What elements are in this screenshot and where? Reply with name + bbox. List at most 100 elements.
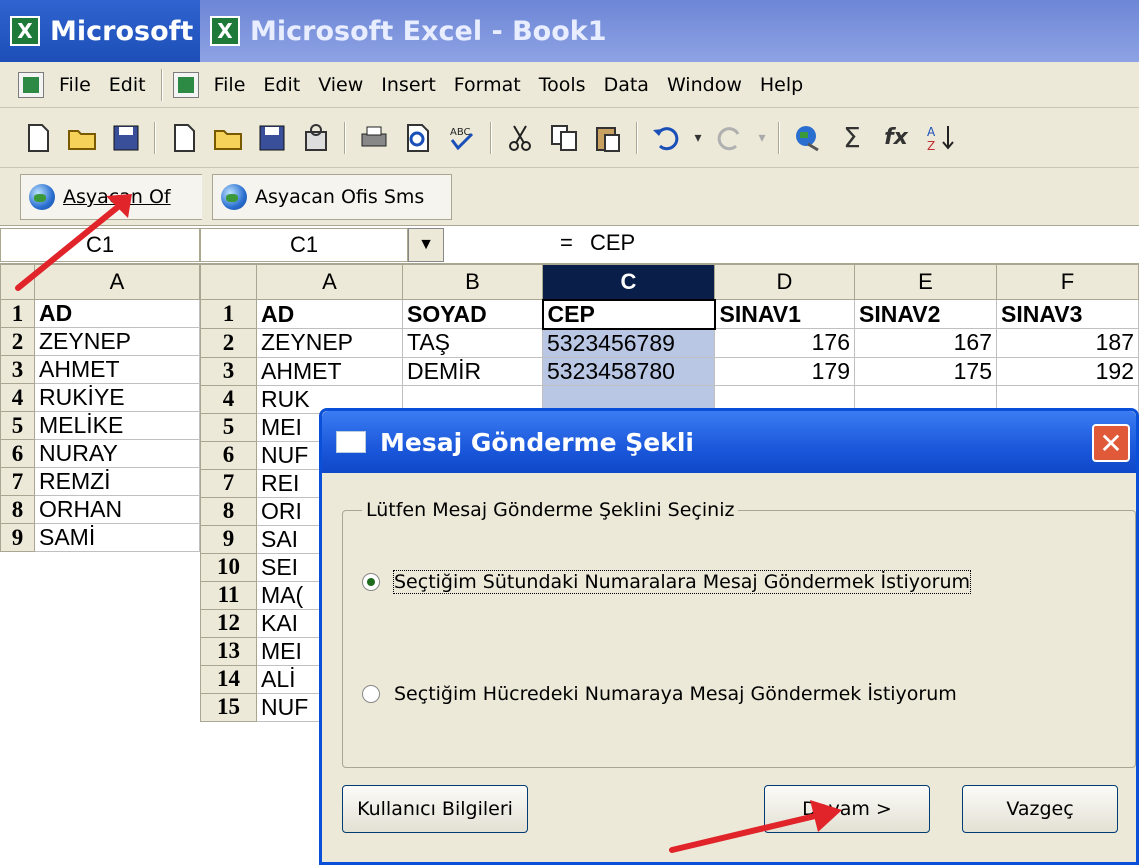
row-header[interactable]: 4 xyxy=(200,384,257,414)
menu-edit-left[interactable]: Edit xyxy=(100,74,155,96)
cell[interactable]: MELİKE xyxy=(34,411,200,440)
new-document-icon[interactable] xyxy=(16,116,60,160)
row-header[interactable]: 7 xyxy=(200,468,257,498)
select-all-corner[interactable] xyxy=(0,264,35,300)
column-header-a[interactable]: A xyxy=(256,264,403,300)
row-header[interactable]: 9 xyxy=(0,523,35,552)
row-header[interactable]: 1 xyxy=(200,299,257,329)
print-icon[interactable] xyxy=(352,116,396,160)
radio-selected-icon[interactable] xyxy=(362,573,380,591)
autosum-icon[interactable]: Σ xyxy=(830,116,874,160)
row-header[interactable]: 15 xyxy=(200,692,257,722)
cell-e1[interactable]: SINAV2 xyxy=(854,299,997,329)
name-box[interactable]: C1 xyxy=(200,228,408,262)
redo-icon[interactable] xyxy=(708,116,752,160)
column-header-f[interactable]: F xyxy=(996,264,1139,300)
workbook-icon[interactable] xyxy=(172,71,199,98)
row-header[interactable]: 9 xyxy=(200,524,257,554)
row-header[interactable]: 2 xyxy=(200,328,257,358)
row-header[interactable]: 3 xyxy=(0,355,35,384)
cell-b2[interactable]: TAŞ xyxy=(402,328,543,358)
menu-format[interactable]: Format xyxy=(445,74,530,96)
cell-d1[interactable]: SINAV1 xyxy=(714,299,855,329)
menu-insert[interactable]: Insert xyxy=(372,74,445,96)
menu-tools[interactable]: Tools xyxy=(530,74,595,96)
workbook-icon[interactable] xyxy=(18,71,44,98)
radio-unselected-icon[interactable] xyxy=(362,685,380,703)
column-header-a[interactable]: A xyxy=(34,264,200,300)
row-header[interactable]: 14 xyxy=(200,664,257,694)
radio-column-numbers[interactable]: Seçtiğim Sütundaki Numaralara Mesaj Gönd… xyxy=(362,570,972,594)
menu-file[interactable]: File xyxy=(205,74,255,96)
cell-c1-active[interactable]: CEP xyxy=(541,298,716,330)
cell[interactable]: RUKİYE xyxy=(34,383,200,412)
spelling-icon[interactable]: ABC xyxy=(440,116,484,160)
column-header-d[interactable]: D xyxy=(714,264,855,300)
row-header[interactable]: 2 xyxy=(0,327,35,356)
row-header[interactable]: 4 xyxy=(0,383,35,412)
open-folder-icon[interactable] xyxy=(60,116,104,160)
copy-icon[interactable] xyxy=(542,116,586,160)
cell-a2[interactable]: ZEYNEP xyxy=(256,328,403,358)
cut-icon[interactable] xyxy=(498,116,542,160)
insert-function-icon[interactable]: fx xyxy=(874,116,918,160)
column-header-c[interactable]: C xyxy=(542,264,715,300)
menu-edit[interactable]: Edit xyxy=(254,74,309,96)
next-button[interactable]: Devam > xyxy=(764,785,930,833)
menu-window[interactable]: Window xyxy=(658,74,751,96)
row-header[interactable]: 6 xyxy=(200,440,257,470)
row-header[interactable]: 12 xyxy=(200,608,257,638)
column-header-b[interactable]: B xyxy=(402,264,543,300)
cancel-button[interactable]: Vazgeç xyxy=(962,785,1118,833)
cell[interactable]: AD xyxy=(34,299,200,328)
radio-cell-number[interactable]: Seçtiğim Hücredeki Numaraya Mesaj Gönder… xyxy=(362,683,957,705)
save-icon[interactable] xyxy=(104,116,148,160)
cell-f1[interactable]: SINAV3 xyxy=(996,299,1139,329)
menu-view[interactable]: View xyxy=(309,74,372,96)
cell[interactable]: REMZİ xyxy=(34,467,200,496)
row-header[interactable]: 5 xyxy=(0,411,35,440)
paste-icon[interactable] xyxy=(586,116,630,160)
undo-icon[interactable] xyxy=(644,116,688,160)
asyacan-ofis-sms-button[interactable]: Asyacan Ofis Sms xyxy=(212,174,452,220)
cell[interactable]: NURAY xyxy=(34,439,200,468)
asyacan-ofis-button-left[interactable]: Asyacan Of xyxy=(20,174,202,220)
left-window-titlebar[interactable]: X Microsoft xyxy=(0,0,200,62)
right-window-titlebar[interactable]: X Microsoft Excel - Book1 xyxy=(200,0,1139,62)
cell[interactable]: AHMET xyxy=(34,355,200,384)
row-header[interactable]: 13 xyxy=(200,636,257,666)
row-header[interactable]: 8 xyxy=(0,495,35,524)
row-header[interactable]: 7 xyxy=(0,467,35,496)
sort-ascending-icon[interactable]: AZ xyxy=(918,116,962,160)
cell-d2[interactable]: 176 xyxy=(714,328,855,358)
close-icon[interactable]: ✕ xyxy=(1092,424,1130,462)
cell-a1[interactable]: AD xyxy=(256,299,403,329)
cell-c3[interactable]: 5323458780 xyxy=(542,356,715,386)
cell-e3[interactable]: 175 xyxy=(854,356,997,386)
name-box-left[interactable]: C1 xyxy=(0,228,200,262)
permission-icon[interactable] xyxy=(294,116,338,160)
row-header[interactable]: 5 xyxy=(200,412,257,442)
open-folder-icon[interactable] xyxy=(206,116,250,160)
row-header[interactable]: 6 xyxy=(0,439,35,468)
save-icon[interactable] xyxy=(250,116,294,160)
formula-input[interactable]: CEP xyxy=(590,230,635,256)
cell-b3[interactable]: DEMİR xyxy=(402,356,543,386)
row-header[interactable]: 3 xyxy=(200,356,257,386)
menu-data[interactable]: Data xyxy=(595,74,658,96)
cell[interactable]: ORHAN xyxy=(34,495,200,524)
cell-c2[interactable]: 5323456789 xyxy=(542,328,715,358)
name-box-dropdown-icon[interactable]: ▼ xyxy=(408,228,444,262)
column-header-e[interactable]: E xyxy=(854,264,997,300)
menu-file-left[interactable]: File xyxy=(50,74,100,96)
select-all-corner[interactable] xyxy=(200,264,257,300)
hyperlink-icon[interactable] xyxy=(786,116,830,160)
cell-f3[interactable]: 192 xyxy=(996,356,1139,386)
dialog-titlebar[interactable]: Mesaj Gönderme Şekli xyxy=(322,411,1136,473)
new-document-icon[interactable] xyxy=(162,116,206,160)
cell[interactable]: SAMİ xyxy=(34,523,200,552)
user-info-button[interactable]: Kullanıcı Bilgileri xyxy=(342,785,528,833)
row-header[interactable]: 8 xyxy=(200,496,257,526)
menu-help[interactable]: Help xyxy=(751,74,812,96)
row-header[interactable]: 10 xyxy=(200,552,257,582)
